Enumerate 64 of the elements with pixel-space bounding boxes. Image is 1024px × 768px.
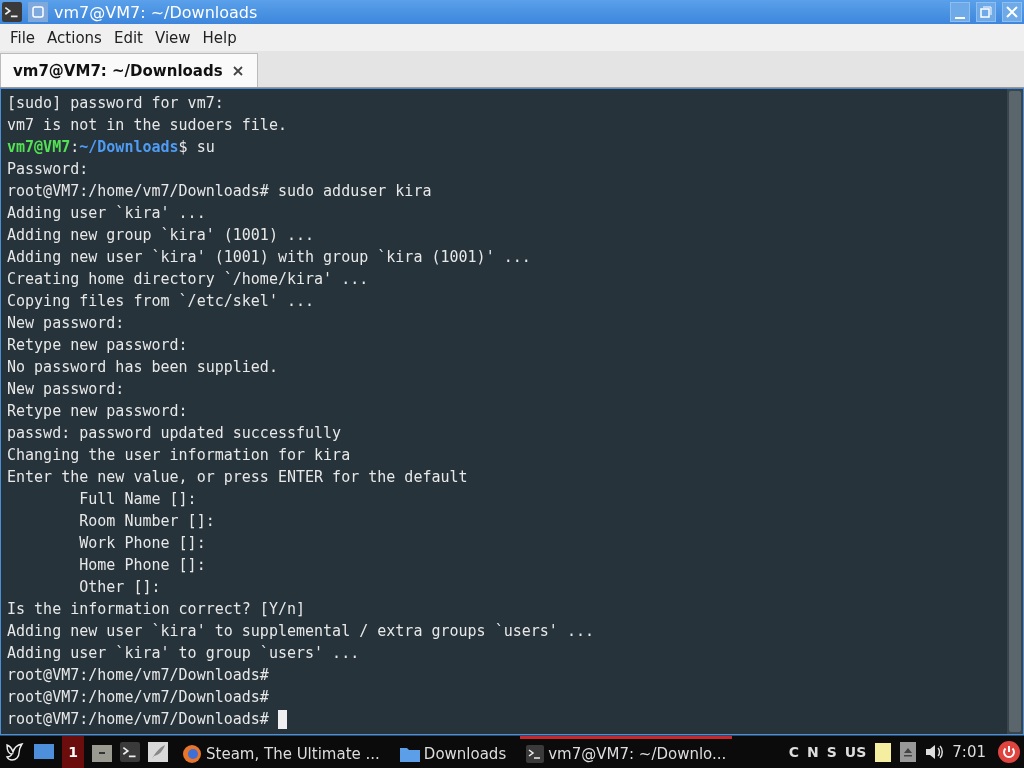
terminal-line: Retype new password: [7, 401, 188, 422]
keyboard-indicator[interactable]: C [788, 744, 800, 760]
window-title: vm7@VM7: ~/Downloads [54, 2, 259, 22]
menu-item[interactable]: Actions [41, 28, 108, 47]
menu-item[interactable]: Edit [107, 28, 149, 47]
terminal-line: [sudo] password for vm7: [7, 93, 224, 114]
terminal-line: Enter the new value, or press ENTER for the default [7, 467, 468, 488]
workspace-switcher[interactable]: 1 [62, 736, 84, 768]
bird-icon[interactable] [4, 741, 26, 763]
minimize-icon [955, 17, 965, 19]
terminal-line: Retype new password: [7, 335, 188, 356]
terminal-line: Adding user `kira' ... [7, 203, 206, 224]
terminal-icon [2, 2, 22, 22]
terminal-line: root@VM7:/home/vm7/Downloads# sudo adduser kira [7, 181, 432, 202]
desktop-icon[interactable] [34, 743, 54, 761]
terminal-line: Full Name []: [78, 489, 197, 510]
menu-item[interactable]: File [4, 28, 42, 47]
keyboard-indicator[interactable]: US [844, 744, 867, 760]
keyboard-indicator[interactable]: N [807, 744, 819, 760]
terminal-line: passwd: password updated successfully [7, 423, 342, 444]
scrollbar[interactable] [1007, 89, 1023, 734]
terminal-line: Password: [7, 159, 89, 180]
terminal-line: Adding new user `kira' to supplemental / extra groups `users' ... [7, 621, 594, 642]
power-icon[interactable] [998, 741, 1020, 763]
terminal-line: No password has been supplied. [7, 357, 278, 378]
terminal-line: Is the information correct? [Y/n] [7, 599, 305, 620]
volume-icon[interactable] [924, 743, 945, 761]
taskbar-task[interactable]: Downloads [393, 736, 513, 768]
terminal-line: Copying files from `/etc/skel' ... [7, 291, 315, 312]
terminal-line: Adding user `kira' to group `users' ... [7, 643, 360, 664]
menu-item[interactable]: View [148, 28, 197, 47]
browser-icon [182, 743, 202, 764]
window-icon [28, 2, 48, 22]
terminal-line: Adding new user `kira' (1001) with group `kira (1001)' ... [7, 247, 531, 268]
terminal-line: New password: [7, 313, 125, 334]
close-icon [1006, 6, 1018, 18]
text-cursor [277, 710, 287, 729]
taskbar-task[interactable]: vm7@VM7: ~/Downlo... [520, 736, 733, 768]
folder-icon [399, 745, 420, 762]
terminal-line: Room Number []: [78, 511, 215, 532]
terminal-line: root@VM7:/home/vm7/Downloads# [7, 665, 269, 686]
terminal-icon [526, 744, 545, 763]
eject-icon[interactable] [900, 742, 917, 762]
maximize-icon [980, 6, 992, 18]
terminal-line: New password: [7, 379, 125, 400]
terminal-line: vm7@VM7:~/Downloads$ su [7, 137, 215, 158]
terminal-line: vm7 is not in the sudoers file. [7, 115, 287, 136]
terminal-line: root@VM7:/home/vm7/Downloads# [7, 687, 269, 708]
terminal-line: Other []: [78, 577, 161, 598]
terminal-icon [120, 742, 140, 762]
keyboard-indicator[interactable]: S [826, 744, 837, 760]
terminal-line: Creating home directory `/home/kira' ... [7, 269, 369, 290]
terminal-line: root@VM7:/home/vm7/Downloads# [7, 709, 270, 730]
terminal-line: Changing the user information for kira [7, 445, 351, 466]
clock[interactable]: 7:01 [952, 743, 986, 761]
terminal-line: Work Phone []: [78, 533, 206, 554]
terminal-tab[interactable]: vm7@VM7: ~/Downloads [0, 53, 258, 87]
menu-item[interactable]: Help [196, 28, 243, 47]
clipboard-icon[interactable] [874, 741, 893, 763]
terminal-line: Adding new group `kira' (1001) ... [7, 225, 315, 246]
taskbar-task[interactable]: Steam, The Ultimate ... [176, 736, 386, 768]
file-cabinet-icon[interactable] [92, 742, 112, 762]
terminal-line: Home Phone []: [78, 555, 206, 576]
close-icon[interactable] [232, 65, 243, 76]
